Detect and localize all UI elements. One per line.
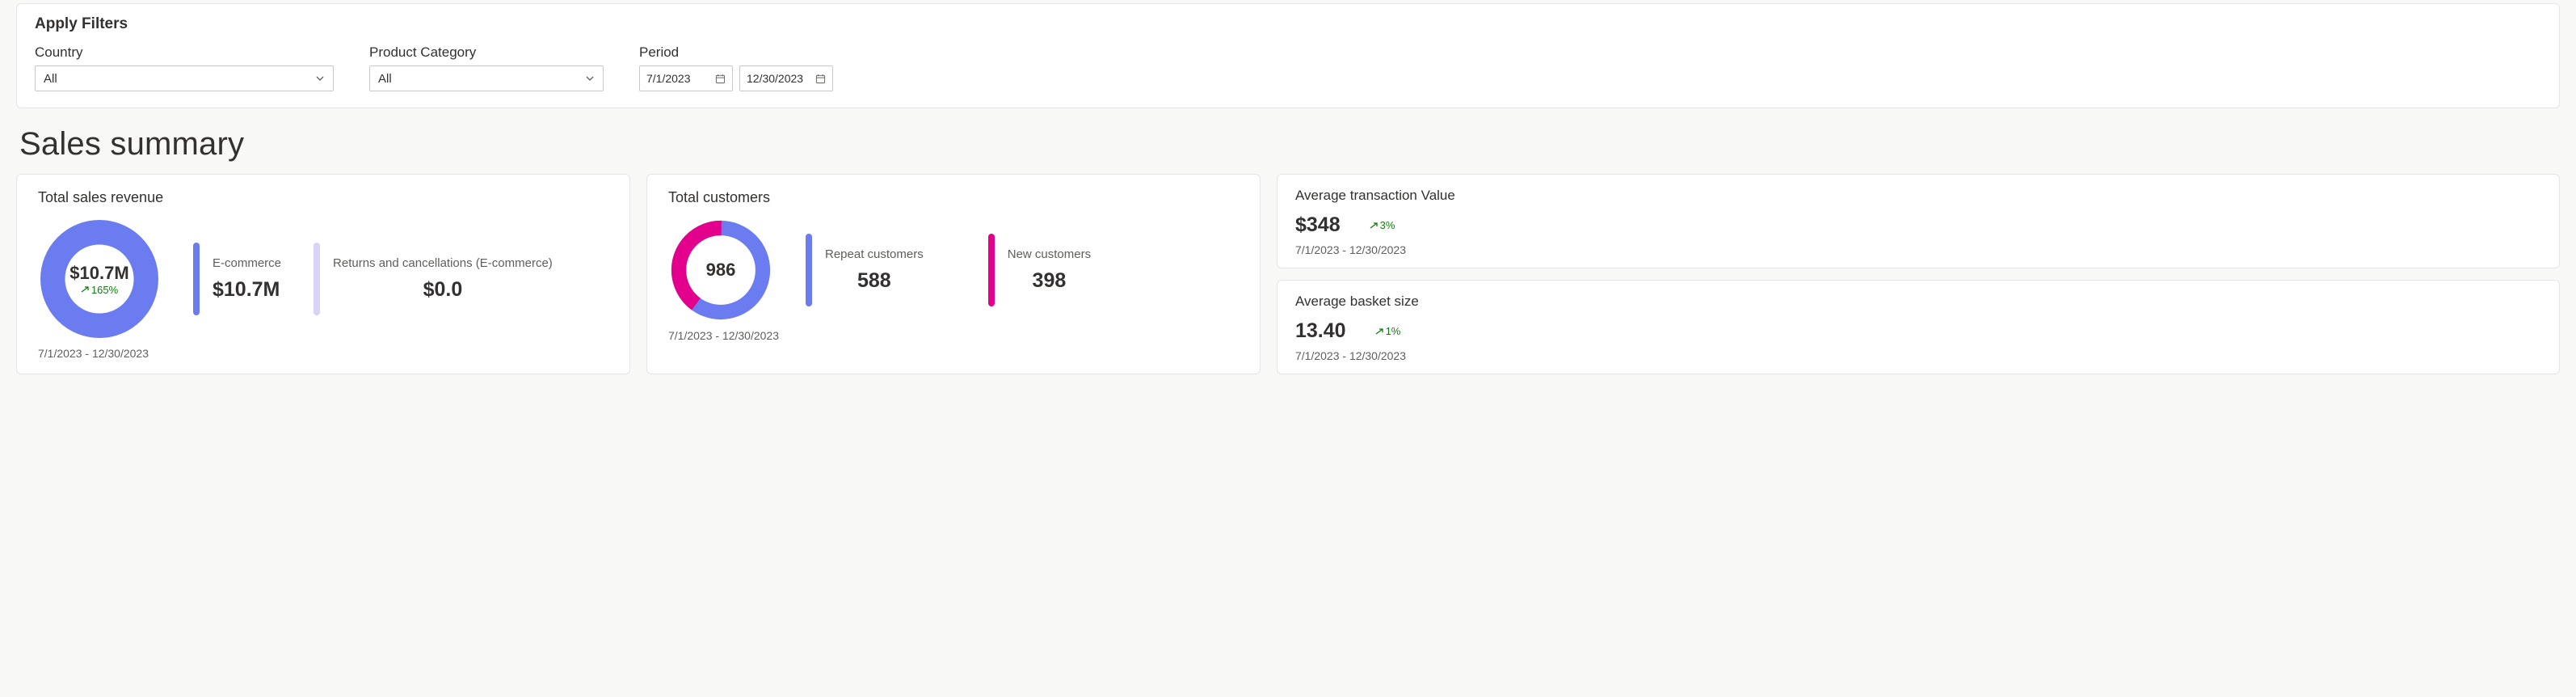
filters-row: Country All Product Category All Period (35, 44, 2541, 91)
category-label: Product Category (369, 44, 604, 61)
revenue-returns-text: Returns and cancellations (E-commerce) $… (333, 256, 553, 302)
customers-new-value: 398 (1033, 269, 1067, 293)
revenue-ecommerce-value: $10.7M (213, 278, 280, 302)
avg-basket-delta-value: 1% (1386, 325, 1401, 337)
period-label: Period (639, 44, 833, 61)
side-column: Average transaction Value $348 3% 7/1/20… (1277, 174, 2560, 374)
customers-new-label: New customers (1008, 247, 1091, 261)
avg-txn-row: $348 3% (1295, 213, 2541, 237)
chevron-down-icon (585, 74, 595, 83)
category-field: Product Category All (369, 44, 604, 91)
revenue-donut-center: $10.7M 165% (38, 218, 161, 340)
bar-indicator-icon (314, 243, 320, 315)
avg-txn-daterange: 7/1/2023 - 12/30/2023 (1295, 243, 2541, 256)
trend-up-icon (1375, 327, 1383, 336)
revenue-delta: 165% (81, 284, 118, 296)
revenue-returns-value: $0.0 (423, 278, 463, 302)
filters-title: Apply Filters (35, 15, 2541, 33)
trend-up-icon (81, 285, 89, 294)
period-field: Period 7/1/2023 12/30/2023 (639, 44, 833, 91)
trend-up-icon (1370, 222, 1378, 230)
period-end-value: 12/30/2023 (747, 72, 803, 85)
customers-repeat-label: Repeat customers (825, 247, 924, 261)
avg-txn-delta: 3% (1370, 219, 1395, 231)
section-title: Sales summary (19, 126, 2560, 163)
chevron-down-icon (315, 74, 325, 83)
customers-total: 986 (706, 260, 736, 281)
revenue-tile: Total sales revenue $10.7M 165% E-commer… (16, 174, 630, 374)
customers-title: Total customers (668, 189, 1239, 206)
country-field: Country All (35, 44, 334, 91)
period-start-value: 7/1/2023 (646, 72, 691, 85)
revenue-body: $10.7M 165% E-commerce $10.7M Returns an… (38, 218, 608, 340)
avg-txn-delta-value: 3% (1380, 219, 1395, 231)
customers-repeat-value: 588 (857, 269, 891, 293)
period-end-input[interactable]: 12/30/2023 (739, 65, 833, 91)
customers-daterange: 7/1/2023 - 12/30/2023 (668, 329, 1239, 342)
revenue-ecommerce-label: E-commerce (213, 256, 281, 270)
period-start-input[interactable]: 7/1/2023 (639, 65, 733, 91)
customers-donut-center: 986 (668, 218, 773, 323)
revenue-delta-value: 165% (91, 284, 118, 296)
customers-repeat-block: Repeat customers 588 (806, 234, 924, 306)
tiles-row: Total sales revenue $10.7M 165% E-commer… (16, 174, 2560, 374)
avg-txn-tile: Average transaction Value $348 3% 7/1/20… (1277, 174, 2560, 268)
calendar-icon (815, 74, 826, 84)
bar-indicator-icon (193, 243, 200, 315)
customers-new-block: New customers 398 (988, 234, 1091, 306)
filters-panel: Apply Filters Country All Product Catego… (16, 3, 2560, 108)
revenue-total: $10.7M (69, 263, 128, 284)
avg-basket-daterange: 7/1/2023 - 12/30/2023 (1295, 349, 2541, 362)
revenue-title: Total sales revenue (38, 189, 608, 206)
customers-tile: Total customers 986 Repeat customers 588 (646, 174, 1261, 374)
customers-repeat-text: Repeat customers 588 (825, 247, 924, 293)
revenue-returns-label: Returns and cancellations (E-commerce) (333, 256, 553, 270)
revenue-daterange: 7/1/2023 - 12/30/2023 (38, 347, 608, 360)
bar-indicator-icon (988, 234, 995, 306)
avg-txn-value: $348 (1295, 213, 1341, 237)
customers-new-text: New customers 398 (1008, 247, 1091, 293)
bar-indicator-icon (806, 234, 812, 306)
category-value: All (378, 72, 392, 86)
revenue-ecommerce-block: E-commerce $10.7M (193, 243, 281, 315)
country-select[interactable]: All (35, 65, 334, 91)
avg-basket-tile: Average basket size 13.40 1% 7/1/2023 - … (1277, 280, 2560, 374)
calendar-icon (715, 74, 726, 84)
avg-basket-row: 13.40 1% (1295, 319, 2541, 343)
revenue-donut: $10.7M 165% (38, 218, 161, 340)
customers-body: 986 Repeat customers 588 New customers 3… (668, 218, 1239, 323)
country-value: All (44, 72, 57, 86)
avg-txn-title: Average transaction Value (1295, 188, 2541, 204)
customers-donut: 986 (668, 218, 773, 323)
avg-basket-value: 13.40 (1295, 319, 1346, 343)
avg-basket-title: Average basket size (1295, 294, 2541, 310)
revenue-ecommerce-text: E-commerce $10.7M (213, 256, 281, 302)
category-select[interactable]: All (369, 65, 604, 91)
country-label: Country (35, 44, 334, 61)
revenue-returns-block: Returns and cancellations (E-commerce) $… (314, 243, 553, 315)
avg-basket-delta: 1% (1375, 325, 1401, 337)
date-range-group: 7/1/2023 12/30/2023 (639, 65, 833, 91)
